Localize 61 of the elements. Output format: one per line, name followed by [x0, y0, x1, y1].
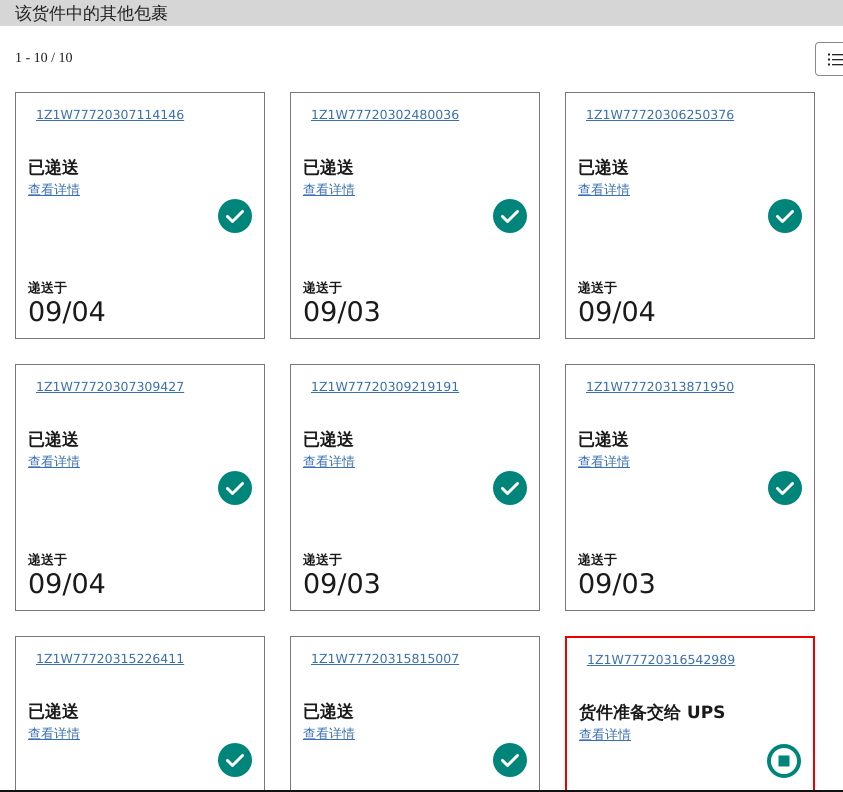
package-card[interactable]: 1Z1W77720315815007 已递送 查看详情 — [290, 636, 540, 790]
details-link[interactable]: 查看详情 — [578, 181, 630, 199]
delivery-date: 09/03 — [303, 569, 381, 600]
checkmark-icon — [218, 743, 252, 777]
tracking-link[interactable]: 1Z1W77720307309427 — [36, 379, 184, 394]
details-link[interactable]: 查看详情 — [303, 725, 355, 743]
section-title: 该货件中的其他包裹 — [15, 3, 168, 26]
delivered-label: 递送于 — [28, 280, 67, 297]
status-text: 已递送 — [303, 701, 354, 723]
tracking-link[interactable]: 1Z1W77720309219191 — [311, 379, 460, 394]
details-link[interactable]: 查看详情 — [303, 181, 355, 199]
delivered-label: 递送于 — [303, 552, 342, 569]
delivery-date: 09/04 — [578, 297, 656, 328]
tracking-link[interactable]: 1Z1W77720306250376 — [586, 107, 734, 122]
tracking-link[interactable]: 1Z1W77720302480036 — [311, 107, 460, 122]
status-text: 已递送 — [303, 157, 354, 179]
delivered-label: 递送于 — [303, 280, 342, 297]
details-link[interactable]: 查看详情 — [28, 453, 80, 471]
status-text: 已递送 — [578, 429, 629, 451]
checkmark-icon — [493, 199, 527, 233]
checkmark-icon — [493, 471, 527, 505]
status-text: 已递送 — [578, 157, 629, 179]
package-card[interactable]: 1Z1W77720302480036 已递送 查看详情 递送于 09/03 — [290, 92, 540, 339]
tracking-link[interactable]: 1Z1W77720315815007 — [311, 651, 460, 666]
status-text: 已递送 — [28, 701, 79, 723]
delivered-label: 递送于 — [578, 280, 617, 297]
package-card[interactable]: 1Z1W77720306250376 已递送 查看详情 递送于 09/04 — [565, 92, 815, 339]
checkmark-icon — [768, 199, 802, 233]
list-view-button[interactable] — [815, 42, 843, 76]
delivery-date: 09/04 — [28, 297, 106, 328]
status-text: 已递送 — [303, 429, 354, 451]
delivery-date: 09/03 — [578, 569, 656, 600]
package-card[interactable]: 1Z1W77720313871950 已递送 查看详情 递送于 09/03 — [565, 364, 815, 611]
stop-icon — [767, 744, 801, 778]
tracking-link[interactable]: 1Z1W77720316542989 — [587, 652, 736, 667]
details-link[interactable]: 查看详情 — [578, 453, 630, 471]
package-card[interactable]: 1Z1W77720307114146 已递送 查看详情 递送于 09/04 — [15, 92, 265, 339]
tracking-link[interactable]: 1Z1W77720315226411 — [36, 651, 184, 666]
delivered-label: 递送于 — [578, 552, 617, 569]
details-link[interactable]: 查看详情 — [579, 726, 631, 744]
pagination-range: 1 - 10 / 10 — [15, 51, 73, 67]
tracking-link[interactable]: 1Z1W77720307114146 — [36, 107, 184, 122]
package-card[interactable]: 1Z1W77720309219191 已递送 查看详情 递送于 09/03 — [290, 364, 540, 611]
checkmark-icon — [768, 471, 802, 505]
package-card[interactable]: 1Z1W77720316542989 货件准备交给 UPS 查看详情 — [565, 636, 815, 790]
details-link[interactable]: 查看详情 — [28, 181, 80, 199]
details-link[interactable]: 查看详情 — [303, 453, 355, 471]
checkmark-icon — [218, 199, 252, 233]
status-text: 已递送 — [28, 429, 79, 451]
delivery-date: 09/03 — [303, 297, 381, 328]
list-icon — [828, 52, 843, 66]
details-link[interactable]: 查看详情 — [28, 725, 80, 743]
checkmark-icon — [493, 743, 527, 777]
delivery-date: 09/04 — [28, 569, 106, 600]
delivered-label: 递送于 — [28, 552, 67, 569]
package-card[interactable]: 1Z1W77720307309427 已递送 查看详情 递送于 09/04 — [15, 364, 265, 611]
package-card[interactable]: 1Z1W77720315226411 已递送 查看详情 — [15, 636, 265, 790]
tracking-link[interactable]: 1Z1W77720313871950 — [586, 379, 734, 394]
status-text: 货件准备交给 UPS — [579, 702, 726, 724]
checkmark-icon — [218, 471, 252, 505]
status-text: 已递送 — [28, 157, 79, 179]
